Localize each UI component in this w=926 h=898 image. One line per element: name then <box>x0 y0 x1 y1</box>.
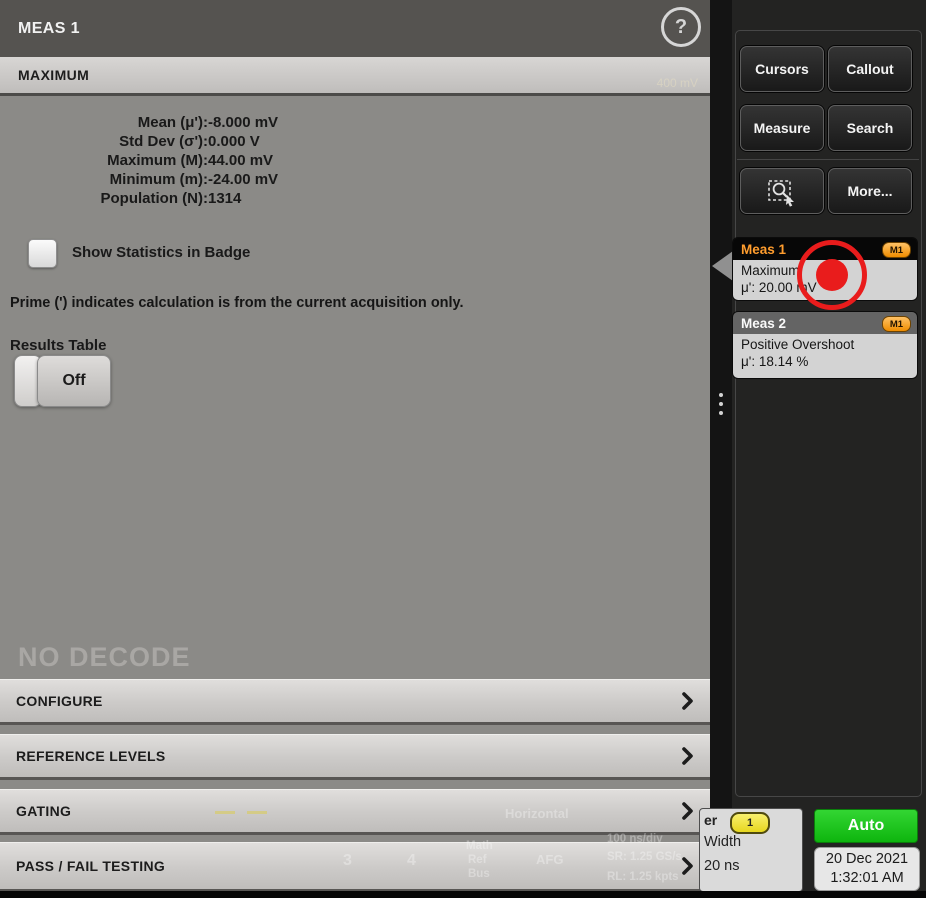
trigger-value: 20 ns <box>704 858 739 874</box>
meas1-tag: M1 <box>882 242 911 258</box>
measure-button[interactable]: Measure <box>740 105 824 151</box>
badge-pointer-arrow <box>712 251 733 281</box>
prime-note: Prime (') indicates calculation is from … <box>10 295 464 311</box>
zoom-select-button[interactable] <box>740 168 824 214</box>
meas1-name: Meas 1 <box>733 242 786 257</box>
section-title: MAXIMUM <box>0 67 89 83</box>
meas2-type: Positive Overshoot <box>741 336 909 353</box>
accordion-gating[interactable]: GATING <box>0 789 710 835</box>
time-text: 1:32:01 AM <box>830 869 903 888</box>
stat-row: Std Dev (σ'):0.000 V <box>0 132 420 151</box>
help-icon[interactable]: ? <box>661 7 701 47</box>
accordion-reference-levels[interactable]: REFERENCE LEVELS <box>0 734 710 780</box>
trigger-type: Width <box>704 834 741 850</box>
stat-row: Maximum (M):44.00 mV <box>0 151 420 170</box>
accordion-label: GATING <box>0 803 71 819</box>
meas2-tag: M1 <box>882 316 911 332</box>
show-statistics-label: Show Statistics in Badge <box>72 244 250 261</box>
zoom-select-icon <box>766 175 798 207</box>
ghost-axis-label: 400 mV <box>657 76 698 90</box>
acquisition-mode-button[interactable]: Auto <box>814 809 918 843</box>
screen-bottom-edge <box>0 891 926 898</box>
stats-list: Mean (μ'):-8.000 mVStd Dev (σ'):0.000 VM… <box>0 113 420 208</box>
trigger-badge[interactable]: er 1 Width 20 ns <box>699 808 803 892</box>
callout-button[interactable]: Callout <box>828 46 912 92</box>
chevron-right-icon <box>682 691 694 711</box>
click-indicator-dot <box>816 259 848 291</box>
panel-drag-handle[interactable] <box>719 393 723 415</box>
meas-config-panel: MEAS 1 ? MAXIMUM 400 mV Mean (μ'):-8.000… <box>0 0 710 891</box>
ghost-marker <box>247 811 267 814</box>
panel-divider <box>710 0 732 891</box>
more-button[interactable]: More... <box>828 168 912 214</box>
accordion-label: PASS / FAIL TESTING <box>0 858 165 874</box>
button-group-separator <box>737 159 919 160</box>
meas2-badge[interactable]: Meas 2 M1 Positive Overshoot μ': 18.14 % <box>733 312 917 378</box>
results-table-label: Results Table <box>10 337 106 354</box>
meas2-name: Meas 2 <box>733 316 786 331</box>
trigger-source-channel: 1 <box>730 812 770 834</box>
trigger-badge-fragment: er <box>704 812 717 828</box>
meas2-value: μ': 18.14 % <box>741 353 909 370</box>
chevron-right-icon <box>682 801 694 821</box>
accordion-configure[interactable]: CONFIGURE <box>0 679 710 725</box>
chevron-right-icon <box>682 856 694 876</box>
no-decode-badge: NO DECODE <box>18 642 191 673</box>
meas2-badge-body: Positive Overshoot μ': 18.14 % <box>733 334 917 378</box>
stat-row: Mean (μ'):-8.000 mV <box>0 113 420 132</box>
panel-title: MEAS 1 <box>0 20 80 38</box>
show-statistics-checkbox[interactable] <box>28 239 57 268</box>
stat-row: Population (N):1314 <box>0 189 420 208</box>
accordion-label: REFERENCE LEVELS <box>0 748 166 764</box>
ghost-marker <box>215 811 235 814</box>
stat-row: Minimum (m):-24.00 mV <box>0 170 420 189</box>
cursors-button[interactable]: Cursors <box>740 46 824 92</box>
oscilloscope-screen: MEAS 1 ? MAXIMUM 400 mV Mean (μ'):-8.000… <box>0 0 926 898</box>
section-header-maximum[interactable]: MAXIMUM 400 mV <box>0 57 710 96</box>
datetime-badge[interactable]: 20 Dec 2021 1:32:01 AM <box>814 847 920 891</box>
panel-titlebar: MEAS 1 <box>0 0 710 57</box>
results-table-toggle[interactable]: Off <box>14 355 108 405</box>
search-button[interactable]: Search <box>828 105 912 151</box>
date-text: 20 Dec 2021 <box>826 850 908 869</box>
accordion-label: CONFIGURE <box>0 693 103 709</box>
chevron-right-icon <box>682 746 694 766</box>
click-indicator <box>797 240 867 310</box>
meas2-badge-header: Meas 2 M1 <box>733 312 917 334</box>
toggle-state: Off <box>37 355 111 407</box>
accordion-pass-fail-testing[interactable]: PASS / FAIL TESTING <box>0 842 710 892</box>
